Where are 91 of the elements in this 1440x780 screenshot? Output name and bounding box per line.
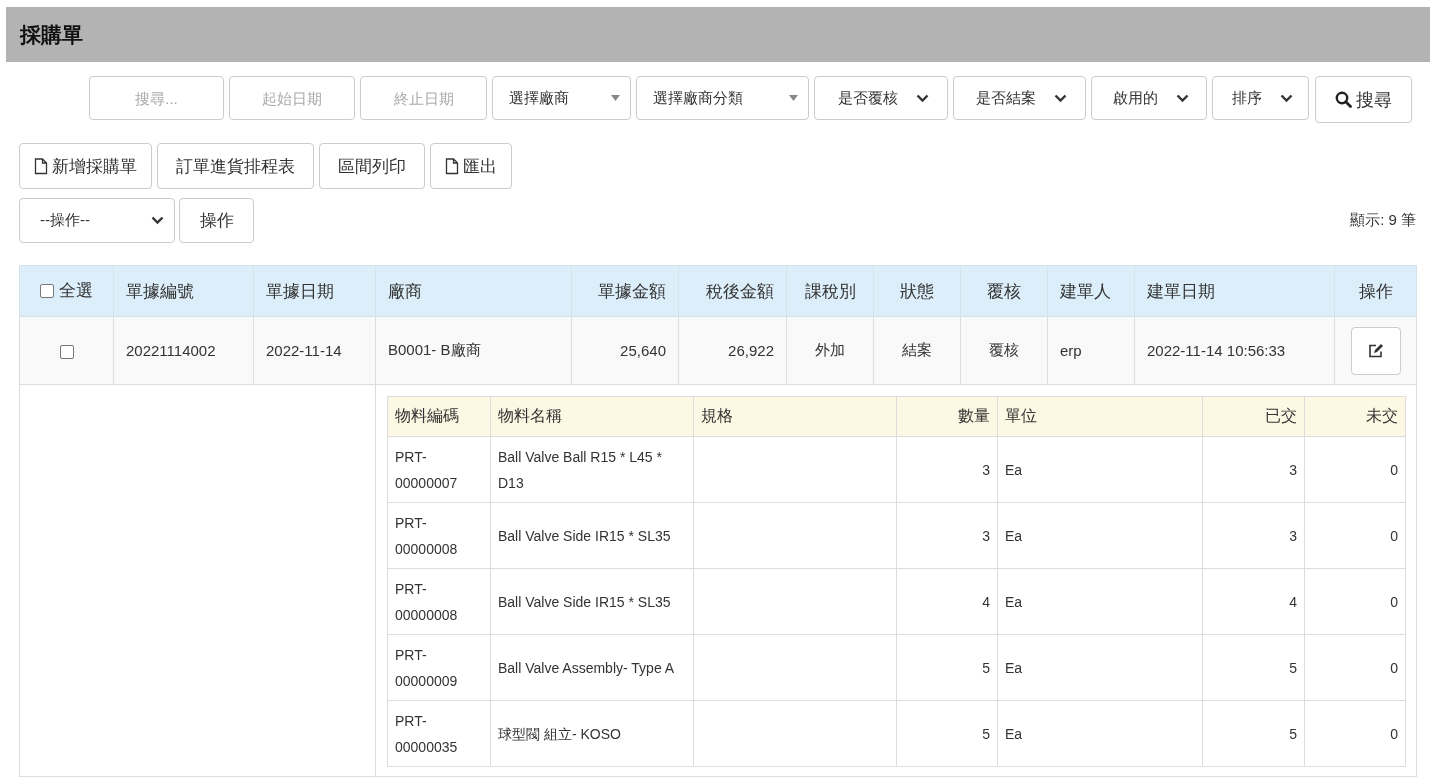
table-cell: Ea [997, 568, 1203, 635]
column-header: 狀態 [873, 265, 961, 317]
column-header: 建單人 [1047, 265, 1135, 317]
table-cell: 5 [896, 634, 998, 701]
filter-dropdown[interactable]: 選擇廠商分類 [636, 76, 809, 120]
table-cell: 26,922 [678, 316, 787, 385]
column-header: 覆核 [960, 265, 1048, 317]
filter-input-field[interactable]: 搜尋... [89, 76, 224, 120]
table-cell: 球型閥 組立- KOSO [490, 700, 694, 767]
table-cell: PRT-00000035 [387, 700, 491, 767]
checkbox[interactable] [59, 345, 74, 359]
column-header: 操作 [1334, 265, 1417, 317]
table-cell: 3 [896, 436, 998, 503]
select-all-label[interactable]: 全選 [59, 279, 93, 303]
table-cell: 2022-11-14 [253, 316, 376, 385]
chevron-down-icon [1176, 93, 1189, 103]
record-count: 顯示: 9 筆 [1350, 211, 1416, 230]
table-cell: erp [1047, 316, 1135, 385]
search-icon [1335, 91, 1352, 108]
column-header: 數量 [896, 396, 998, 437]
table-cell: 0 [1304, 568, 1406, 635]
action-button[interactable]: 訂單進貨排程表 [157, 143, 314, 189]
column-header: 物料編碼 [387, 396, 491, 437]
table-cell: 結案 [873, 316, 961, 385]
table-cell: 4 [896, 568, 998, 635]
table-cell: 0 [1304, 436, 1406, 503]
column-header: 單據日期 [253, 265, 376, 317]
action-button[interactable]: 匯出 [430, 143, 512, 189]
table-cell: Ea [997, 502, 1203, 569]
table-cell: 5 [1202, 634, 1305, 701]
column-header: 廠商 [375, 265, 572, 317]
table-cell: PRT-00000008 [387, 502, 491, 569]
triangle-down-icon [789, 95, 798, 101]
table-cell: 3 [1202, 502, 1305, 569]
action-button[interactable]: 新增採購單 [19, 143, 152, 189]
chevron-down-icon [1054, 93, 1067, 103]
table-cell: 25,640 [571, 316, 679, 385]
filter-input-field[interactable]: 起始日期 [229, 76, 355, 120]
chevron-down-icon [151, 216, 164, 225]
column-header: 單據編號 [113, 265, 254, 317]
action-dropdown[interactable]: --操作-- [19, 198, 175, 243]
filter-dropdown[interactable]: 選擇廠商 [492, 76, 631, 120]
table-cell: 0 [1304, 634, 1406, 701]
table-cell: 5 [896, 700, 998, 767]
table-cell: Ball Valve Ball R15 * L45 * D13 [490, 436, 694, 503]
table-cell: 3 [896, 502, 998, 569]
table-cell: PRT-00000008 [387, 568, 491, 635]
table-cell: Ea [997, 634, 1203, 701]
action-button[interactable]: 操作 [179, 198, 254, 243]
search-button[interactable]: 搜尋 [1315, 76, 1412, 123]
edit-icon [1367, 343, 1384, 358]
table-cell: 5 [1202, 700, 1305, 767]
table-cell: 2022-11-14 10:56:33 [1134, 316, 1335, 385]
table-cell: 3 [1202, 436, 1305, 503]
column-header: 單據金額 [571, 265, 679, 317]
triangle-down-icon [611, 95, 620, 101]
table-cell: Ball Valve Side IR15 * SL35 [490, 568, 694, 635]
table-cell: 20221114002 [113, 316, 254, 385]
filter-dropdown[interactable]: 啟用的 [1091, 76, 1207, 120]
filter-dropdown[interactable]: 是否結案 [953, 76, 1086, 120]
chevron-down-icon [915, 93, 929, 103]
table-cell: 0 [1304, 502, 1406, 569]
column-header: 未交 [1304, 396, 1406, 437]
table-cell: Ea [997, 700, 1203, 767]
column-header: 建單日期 [1134, 265, 1335, 317]
filter-input-field[interactable]: 終止日期 [360, 76, 487, 120]
document-icon [445, 157, 459, 175]
column-header: 已交 [1202, 396, 1305, 437]
document-icon [34, 157, 48, 175]
edit-button[interactable] [1350, 326, 1401, 375]
column-header: 規格 [693, 396, 897, 437]
action-button[interactable]: 區間列印 [319, 143, 425, 189]
column-header: 課稅別 [786, 265, 874, 317]
table-cell: Ea [997, 436, 1203, 503]
table-cell: Ball Valve Side IR15 * SL35 [490, 502, 694, 569]
table-cell: B0001- B廠商 [375, 316, 572, 385]
column-header: 單位 [997, 396, 1203, 437]
table-cell: 覆核 [960, 316, 1048, 385]
filter-dropdown[interactable]: 是否覆核 [814, 76, 948, 120]
filter-dropdown[interactable]: 排序 [1212, 76, 1309, 120]
table-cell: 4 [1202, 568, 1305, 635]
column-header: 稅後金額 [678, 265, 787, 317]
table-cell: PRT-00000007 [387, 436, 491, 503]
table-cell: 外加 [786, 316, 874, 385]
checkbox[interactable] [40, 283, 54, 298]
table-cell: 0 [1304, 700, 1406, 767]
page-title: 採購單 [20, 21, 83, 48]
column-header: 物料名稱 [490, 396, 694, 437]
chevron-down-icon [1280, 93, 1293, 103]
table-cell: Ball Valve Assembly- Type A [490, 634, 694, 701]
table-cell: PRT-00000009 [387, 634, 491, 701]
